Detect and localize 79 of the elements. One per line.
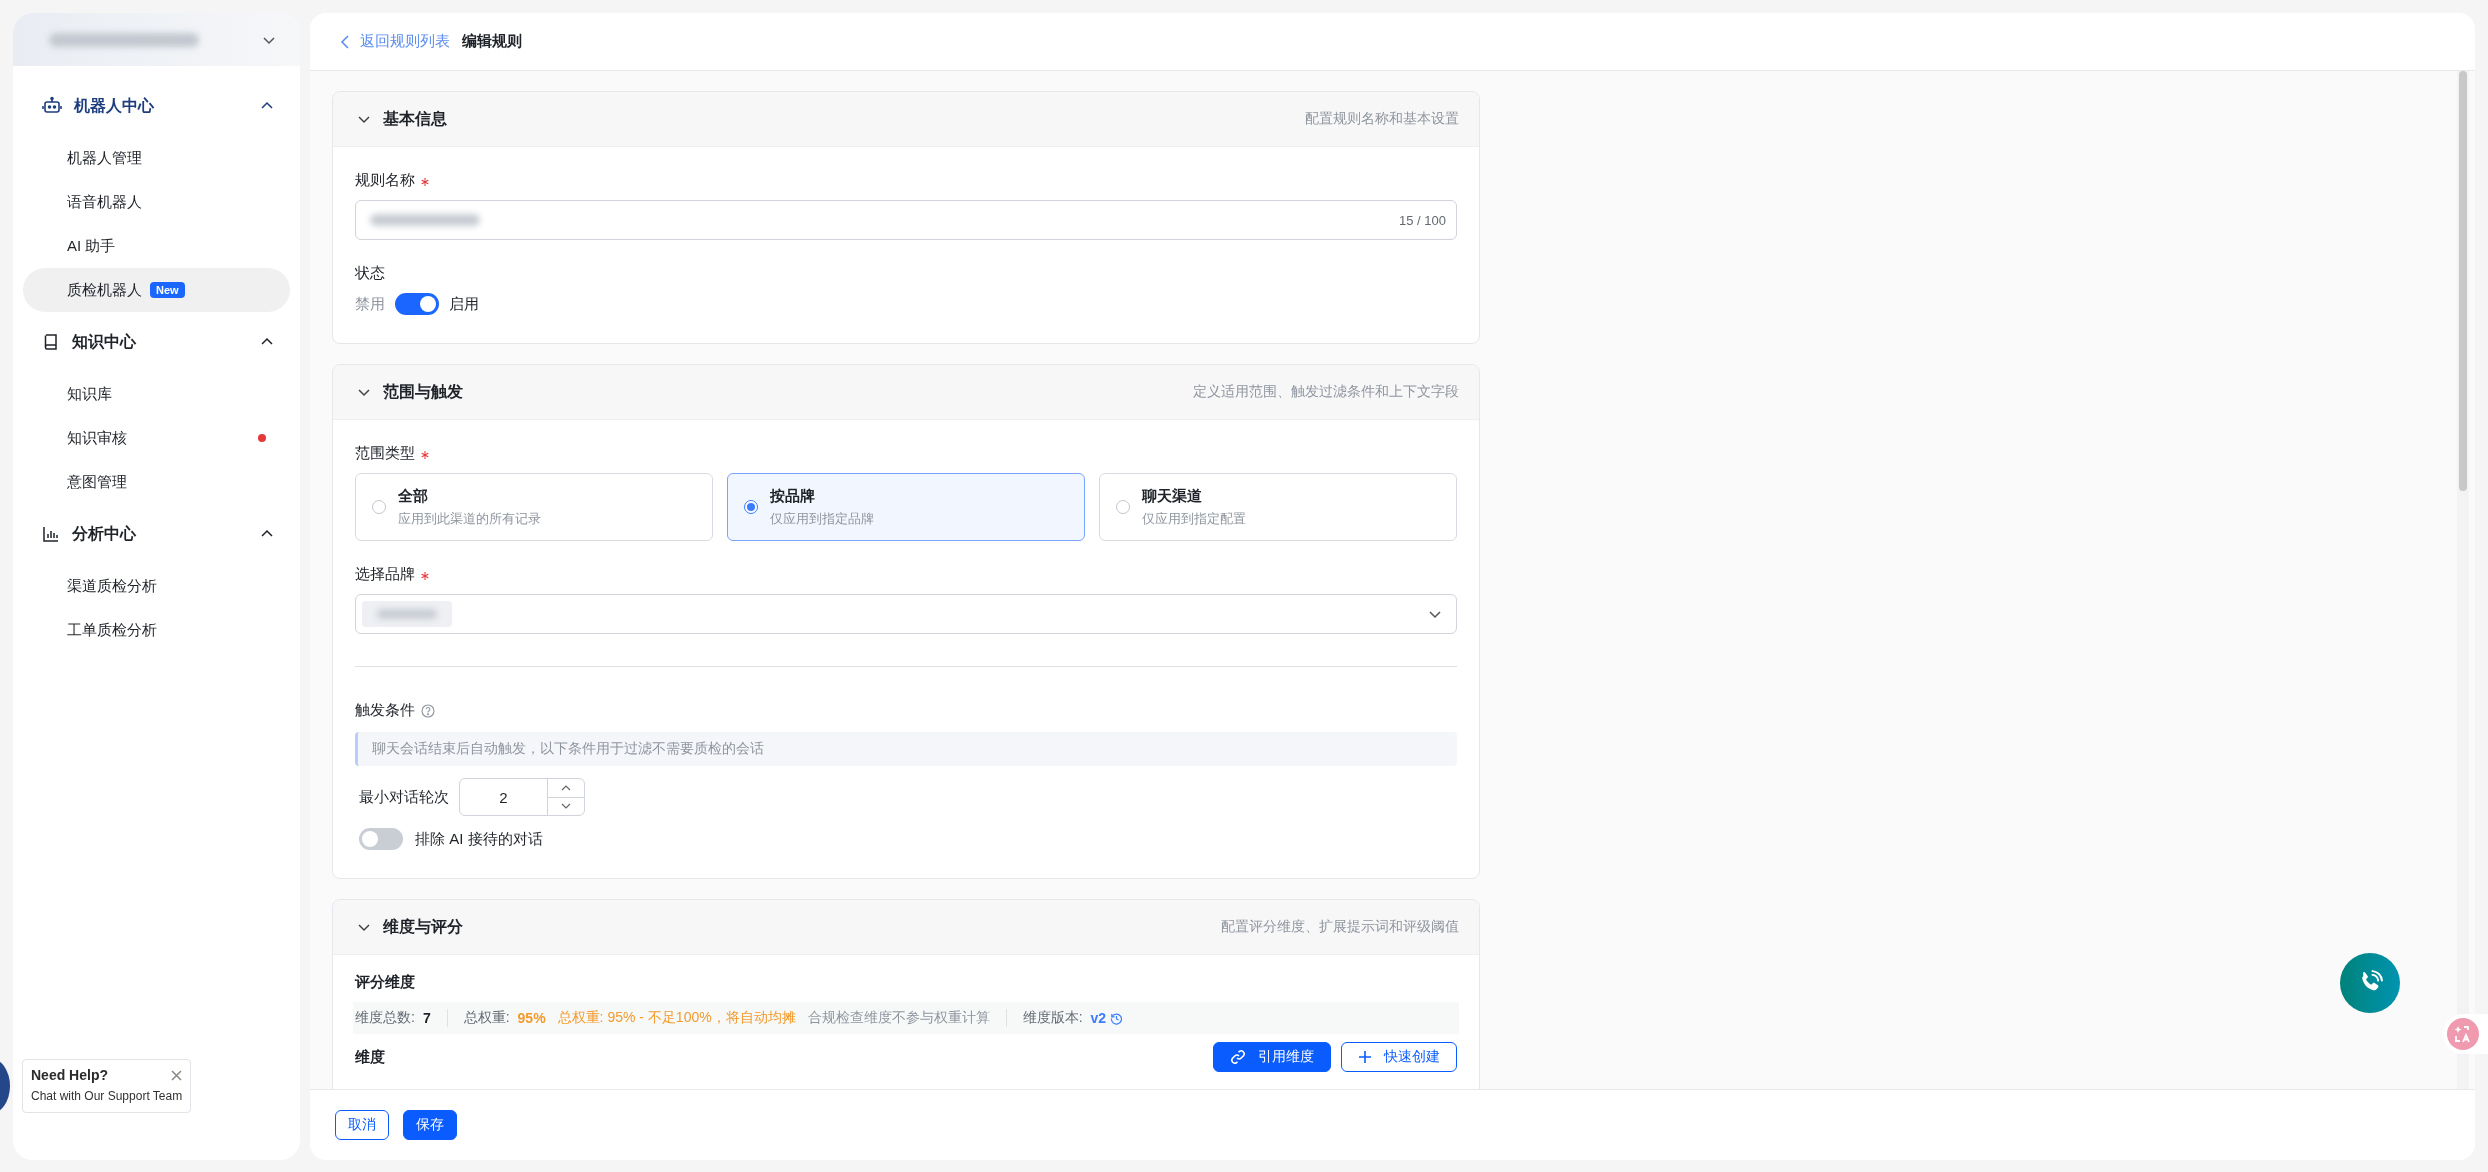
toggle-switch[interactable] [359,828,403,850]
close-icon[interactable] [171,1069,183,1081]
radio-button[interactable] [372,500,386,514]
popup-text: Chat with Our Support Team [31,1088,183,1104]
field-label: 规则名称 [355,171,415,190]
nav-group[interactable]: 机器人中心 [23,76,290,136]
radio-button[interactable] [744,500,758,514]
section-title: 基本信息 [383,108,448,129]
nav-group[interactable]: 分析中心 [23,504,290,564]
toggle-label: 禁用 [355,294,385,314]
info-banner: 聊天会话结束后自动触发，以下条件用于过滤不需要质检的会话 [355,732,1457,766]
page-title: 编辑规则 [462,32,522,51]
option-title: 按品牌 [770,486,816,506]
stat-label: 总权重: [463,1009,510,1027]
toggle-switch[interactable] [395,293,439,315]
option-card[interactable]: 按品牌 仅应用到指定品牌 [727,473,1085,541]
nav-item[interactable]: 质检机器人 New [23,268,290,312]
link-button[interactable]: 引用维度 [1213,1042,1331,1072]
field-label: 选择品牌 [355,565,415,584]
nav-item[interactable]: 意图管理 [23,460,290,504]
subsection-title: 维度 [355,1047,386,1067]
stat-value: 7 [422,1010,431,1026]
character-counter: 15 / 100 [1399,212,1446,228]
section-title: 维度与评分 [383,916,464,937]
section-hint: 定义适用范围、触发过滤条件和上下文字段 [1193,383,1459,401]
option-title: 全部 [398,486,429,506]
switch-label: 排除 AI 接待的对话 [415,829,543,849]
nav-item[interactable]: 知识审核 [23,416,290,460]
section-header[interactable]: 维度与评分 配置评分维度、扩展提示词和评级阈值 [333,900,1479,955]
stat-label: 维度总数: [355,1009,415,1027]
version-link[interactable]: v2 [1090,1010,1107,1026]
book-icon [42,333,60,351]
nav-item[interactable]: 渠道质检分析 [23,564,290,608]
nav-group[interactable]: 知识中心 [23,312,290,372]
field-label: 状态 [355,264,385,283]
note-text: 合规检查维度不参与权重计算 [807,1009,990,1027]
number-input[interactable]: 2 [459,778,585,816]
nav-item[interactable]: AI 助手 [23,224,290,268]
option-card[interactable]: 全部 应用到此渠道的所有记录 [355,473,713,541]
save-button[interactable]: 保存 [403,1110,457,1140]
section-hint: 配置评分维度、扩展提示词和评级阈值 [1221,918,1459,936]
subsection-title: 评分维度 [355,973,416,992]
help-icon[interactable] [421,703,435,718]
new-badge: New [150,282,185,298]
history-icon[interactable] [1110,1011,1124,1025]
field-label: 最小对话轮次 [359,787,449,807]
toggle-label: 启用 [449,294,479,314]
option-card[interactable]: 聊天渠道 仅应用到指定配置 [1099,473,1457,541]
section-hint: 配置规则名称和基本设置 [1305,110,1459,128]
popup-title: Need Help? [31,1066,108,1084]
input-field[interactable]: 15 / 100 [355,200,1457,240]
nav-item[interactable]: 工单质检分析 [23,608,290,652]
translate-icon [2453,1024,2473,1044]
option-description: 仅应用到指定配置 [1142,509,1246,528]
translate-button[interactable] [2443,1014,2488,1054]
cancel-button[interactable]: 取消 [335,1110,389,1140]
option-description: 仅应用到指定品牌 [770,509,874,528]
workspace-selector[interactable] [13,13,300,66]
field-label: 触发条件 [355,701,415,720]
warning-text: 总权重: 95% - 不足100%，将自动均摊 [557,1009,796,1027]
select-field[interactable] [355,594,1457,634]
stat-label: 维度版本: [1022,1009,1083,1027]
section-header[interactable]: 范围与触发 定义适用范围、触发过滤条件和上下文字段 [333,365,1479,420]
stat-value: 95% [517,1010,546,1026]
bar-chart-icon [42,525,60,543]
option-title: 聊天渠道 [1142,486,1203,506]
nav-item[interactable]: 语音机器人 [23,180,290,224]
robot-icon [42,96,62,116]
nav-item[interactable]: 机器人管理 [23,136,290,180]
create-button[interactable]: 快速创建 [1341,1042,1457,1072]
plus-icon [1358,1050,1372,1064]
option-description: 应用到此渠道的所有记录 [398,509,541,528]
scrollbar[interactable] [2459,71,2467,491]
radio-button[interactable] [1116,500,1130,514]
field-label: 范围类型 [355,444,415,463]
link-icon [1230,1049,1246,1065]
section-title: 范围与触发 [383,381,464,402]
section-header[interactable]: 基本信息 配置规则名称和基本设置 [333,92,1479,147]
nav-item[interactable]: 知识库 [23,372,290,416]
